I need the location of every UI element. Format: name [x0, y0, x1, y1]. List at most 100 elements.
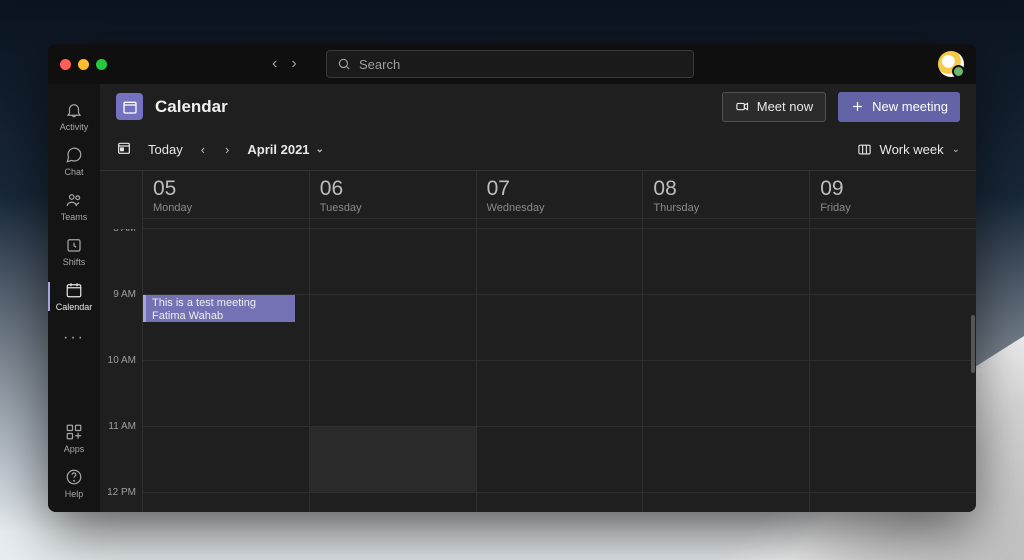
apps-icon [65, 423, 83, 441]
time-slot[interactable] [476, 361, 643, 427]
time-gutter: 8 AM9 AM10 AM11 AM12 PM [100, 229, 142, 512]
calendar-toolbar: Today ‹ › April 2021 ⌄ Work week ⌄ [100, 129, 976, 171]
time-cells[interactable]: This is a test meetingFatima Wahab [142, 229, 976, 512]
app-window: ‹ › Search Activity Chat Teams S [48, 44, 976, 512]
prev-week-icon[interactable]: ‹ [199, 142, 207, 157]
time-slot[interactable] [809, 493, 976, 512]
rail-label: Teams [61, 212, 88, 222]
allday-row [142, 219, 976, 229]
teams-icon [65, 191, 83, 209]
rail-label: Shifts [63, 257, 86, 267]
rail-item-activity[interactable]: Activity [48, 94, 100, 139]
minimize-dot[interactable] [78, 59, 89, 70]
day-number: 06 [320, 177, 466, 201]
day-header[interactable]: 06Tuesday [309, 171, 476, 218]
history-nav: ‹ › [272, 55, 297, 73]
close-dot[interactable] [60, 59, 71, 70]
time-slot[interactable] [476, 229, 643, 295]
day-of-week: Monday [153, 202, 299, 214]
zoom-dot[interactable] [96, 59, 107, 70]
help-icon [65, 468, 83, 486]
day-of-week: Thursday [653, 202, 799, 214]
time-slot[interactable] [642, 229, 809, 295]
event-organizer: Fatima Wahab [152, 310, 289, 322]
time-slot[interactable] [476, 493, 643, 512]
time-slot[interactable] [309, 361, 476, 427]
rail-item-chat[interactable]: Chat [48, 139, 100, 184]
time-slot[interactable] [142, 229, 309, 295]
rail-item-apps[interactable]: Apps [48, 416, 100, 461]
hour-label: 10 AM [100, 355, 142, 421]
main-header: Calendar Meet now New meeting [100, 84, 976, 129]
time-slot[interactable] [642, 295, 809, 361]
event-title: This is a test meeting [152, 297, 289, 310]
day-of-week: Tuesday [320, 202, 466, 214]
view-label: Work week [880, 142, 944, 157]
view-icon [857, 142, 872, 157]
calendar-event[interactable]: This is a test meetingFatima Wahab [143, 295, 295, 322]
time-slot[interactable] [142, 427, 309, 493]
rail-label: Activity [60, 122, 89, 132]
time-slot[interactable] [309, 493, 476, 512]
button-label: New meeting [872, 99, 948, 114]
main-panel: Calendar Meet now New meeting Today ‹ › … [100, 84, 976, 512]
meet-now-button[interactable]: Meet now [722, 92, 826, 122]
app-body: Activity Chat Teams Shifts Calendar ··· [48, 84, 976, 512]
time-slot[interactable] [809, 229, 976, 295]
time-slot[interactable] [642, 493, 809, 512]
shifts-icon [65, 236, 83, 254]
titlebar: ‹ › Search [48, 44, 976, 84]
next-week-icon[interactable]: › [223, 142, 231, 157]
search-placeholder: Search [359, 57, 400, 72]
avatar[interactable] [938, 51, 964, 77]
rail-item-help[interactable]: Help [48, 461, 100, 506]
day-header[interactable]: 08Thursday [642, 171, 809, 218]
search-input[interactable]: Search [326, 50, 694, 78]
chevron-down-icon: ⌄ [952, 144, 960, 155]
view-switcher[interactable]: Work week ⌄ [857, 142, 960, 157]
hour-label: 12 PM [100, 487, 142, 512]
time-slot[interactable] [642, 361, 809, 427]
time-slot[interactable] [476, 295, 643, 361]
bell-icon [65, 101, 83, 119]
time-slot[interactable] [809, 361, 976, 427]
month-label: April 2021 [247, 142, 309, 157]
rail-label: Help [65, 489, 84, 499]
hour-label: 11 AM [100, 421, 142, 487]
time-slot[interactable] [142, 361, 309, 427]
time-slot[interactable] [476, 427, 643, 493]
day-number: 07 [487, 177, 633, 201]
nav-forward-icon[interactable]: › [291, 55, 296, 73]
traffic-lights [60, 59, 107, 70]
scrollbar[interactable] [971, 315, 975, 373]
new-meeting-button[interactable]: New meeting [838, 92, 960, 122]
day-headers: 05Monday06Tuesday07Wednesday08Thursday09… [142, 171, 976, 219]
day-of-week: Friday [820, 202, 966, 214]
today-button[interactable]: Today [148, 142, 183, 157]
day-header[interactable]: 09Friday [809, 171, 976, 218]
rail-item-calendar[interactable]: Calendar [48, 274, 100, 319]
month-picker[interactable]: April 2021 ⌄ [247, 142, 324, 157]
day-header[interactable]: 07Wednesday [476, 171, 643, 218]
time-slot[interactable] [309, 229, 476, 295]
time-slot[interactable] [309, 427, 476, 493]
time-slot[interactable] [642, 427, 809, 493]
time-slot[interactable] [142, 493, 309, 512]
today-icon [116, 140, 132, 159]
nav-back-icon[interactable]: ‹ [272, 55, 277, 73]
plus-icon [850, 99, 865, 114]
rail-label: Apps [64, 444, 85, 454]
rail-item-shifts[interactable]: Shifts [48, 229, 100, 274]
day-of-week: Wednesday [487, 202, 633, 214]
rail-item-teams[interactable]: Teams [48, 184, 100, 229]
time-slot[interactable] [309, 295, 476, 361]
rail-more-icon[interactable]: ··· [63, 319, 85, 357]
hour-label: 8 AM [100, 229, 142, 289]
calendar-icon [65, 281, 83, 299]
rail-label: Chat [64, 167, 83, 177]
time-slot[interactable] [809, 295, 976, 361]
page-title: Calendar [155, 97, 228, 117]
day-header[interactable]: 05Monday [142, 171, 309, 218]
time-slot[interactable] [809, 427, 976, 493]
chat-icon [65, 146, 83, 164]
